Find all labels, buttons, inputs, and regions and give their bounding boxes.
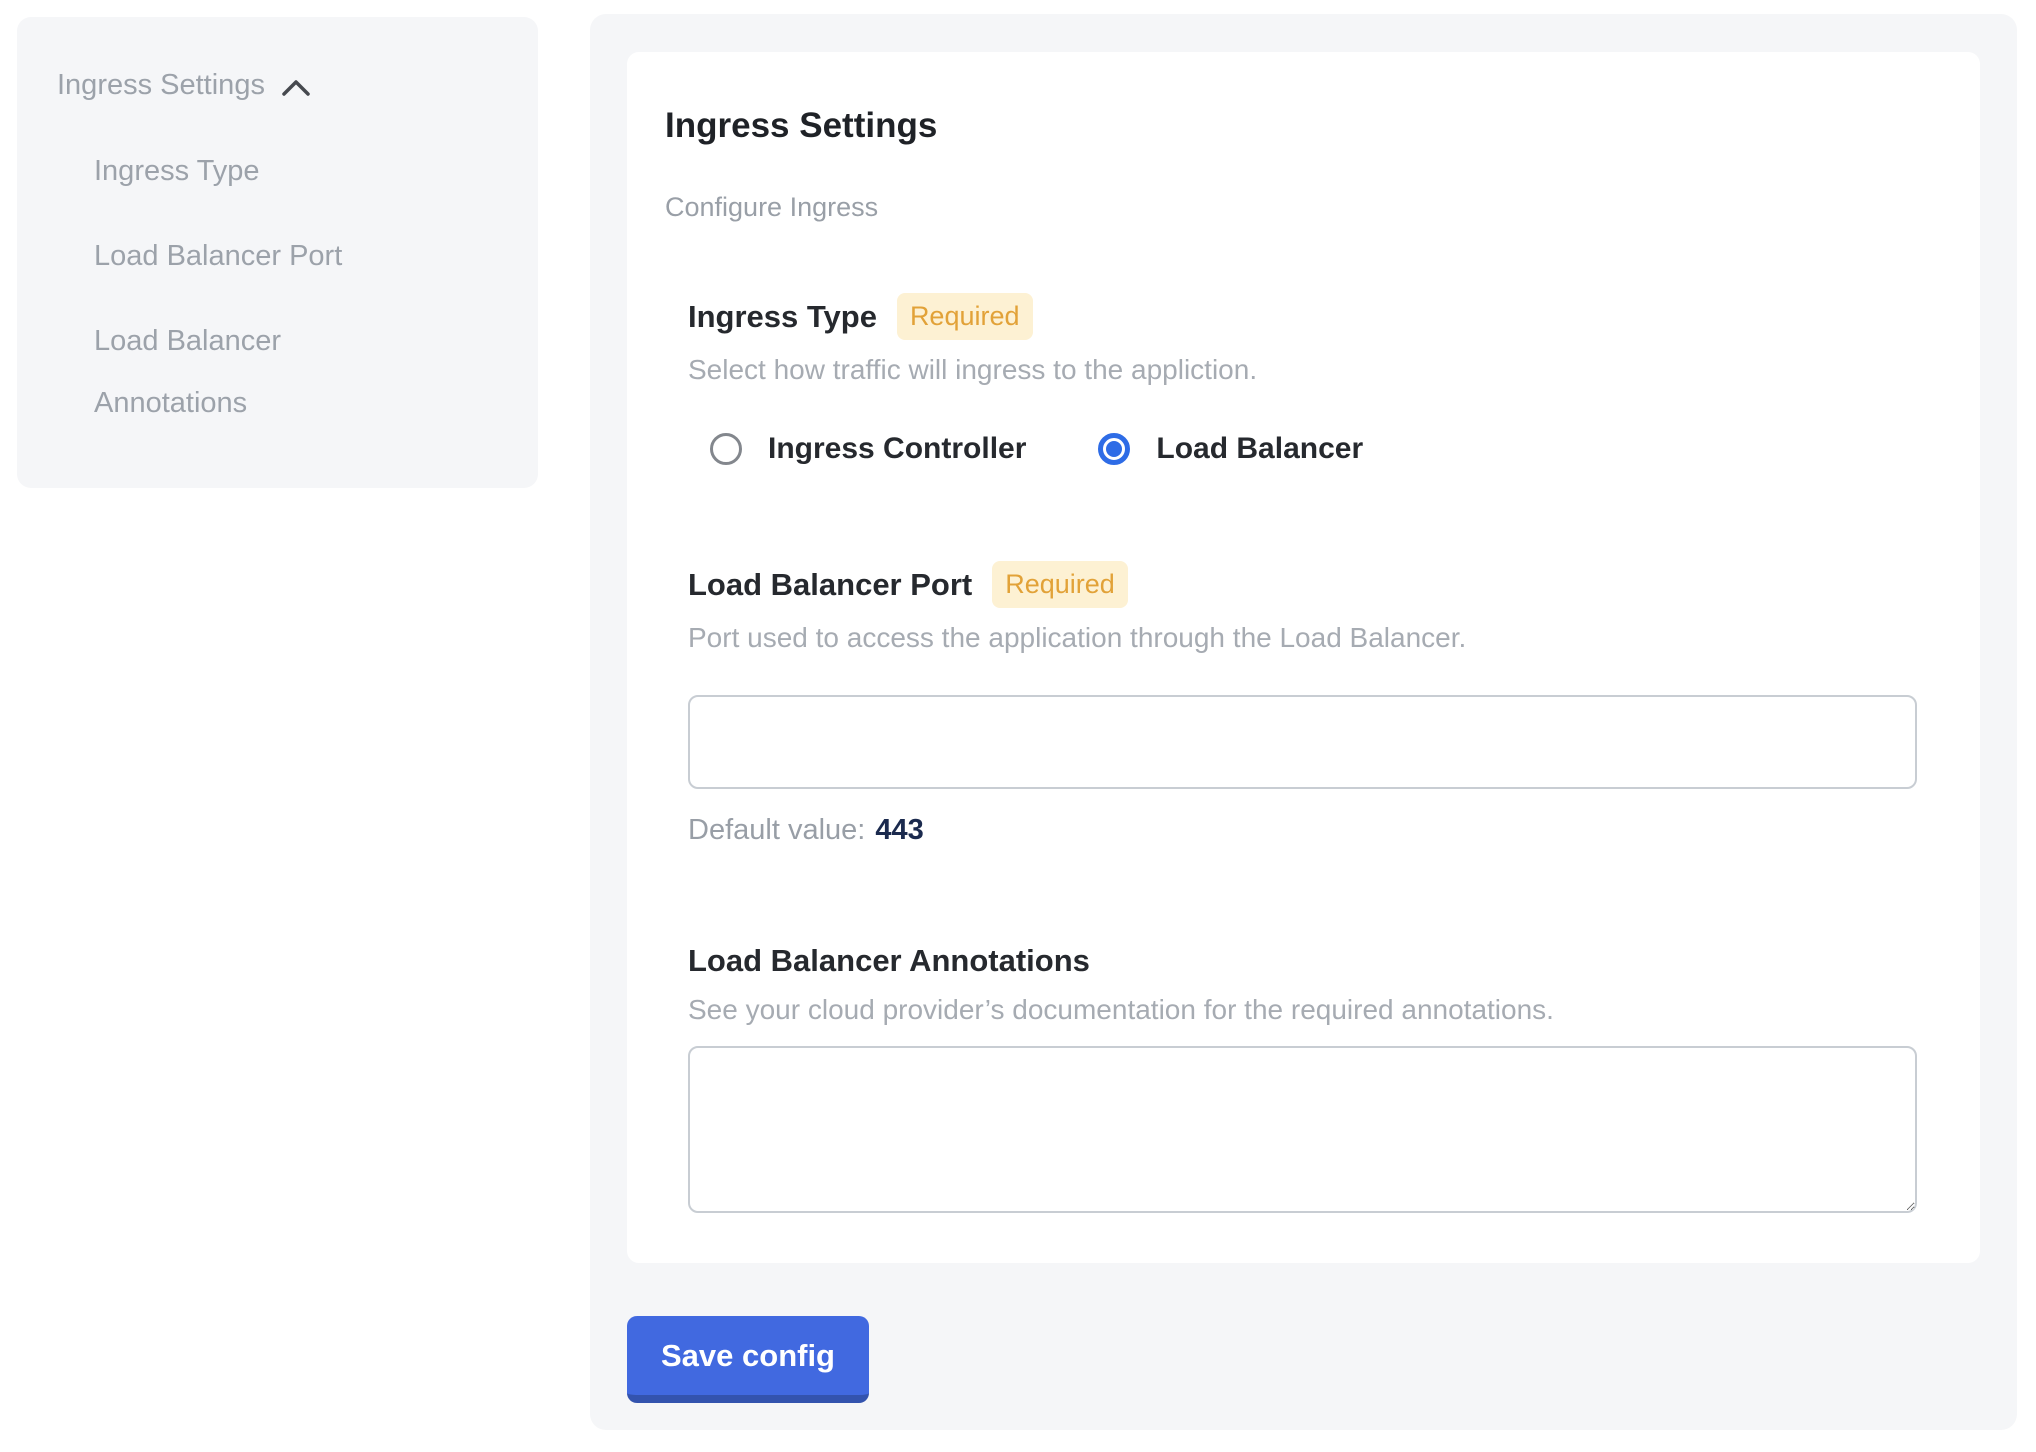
load-balancer-port-label: Load Balancer Port [688,566,972,603]
load-balancer-port-input[interactable] [688,695,1917,789]
ingress-settings-card: Ingress Settings Configure Ingress Ingre… [627,52,1980,1263]
sidebar-section-label: Ingress Settings [57,69,265,102]
radio-option-ingress-controller[interactable]: Ingress Controller [710,432,1026,466]
sidebar-item-load-balancer-annotations[interactable]: Load Balancer Annotations [94,310,357,434]
section-ingress-type: Ingress Type Required Select how traffic… [688,293,1917,466]
load-balancer-port-description: Port used to access the application thro… [688,621,1917,655]
ingress-type-radio-group: Ingress Controller Load Balancer [688,432,1917,466]
section-load-balancer-annotations: Load Balancer Annotations See your cloud… [688,942,1917,1213]
radio-label: Load Balancer [1156,432,1363,466]
ingress-type-label: Ingress Type [688,298,877,335]
radio-option-load-balancer[interactable]: Load Balancer [1098,432,1363,466]
sidebar-item-list: Ingress Type Load Balancer Port Load Bal… [57,140,357,434]
default-value-row: Default value: 443 [688,813,1917,848]
settings-sidebar: Ingress Settings Ingress Type Load Balan… [17,17,538,488]
required-badge: Required [897,293,1033,340]
sidebar-section-ingress-settings[interactable]: Ingress Settings [57,69,498,102]
radio-checked-icon[interactable] [1098,433,1130,465]
ingress-settings-panel: Ingress Settings Configure Ingress Ingre… [590,14,2017,1430]
radio-label: Ingress Controller [768,432,1026,466]
page-subtitle: Configure Ingress [665,191,1917,223]
chevron-up-icon [281,74,311,98]
default-value-label: Default value: [688,814,865,846]
sidebar-item-load-balancer-port[interactable]: Load Balancer Port [94,225,357,287]
required-badge: Required [992,561,1128,608]
sidebar-item-ingress-type[interactable]: Ingress Type [94,140,357,202]
load-balancer-annotations-textarea[interactable] [688,1046,1917,1213]
radio-unchecked-icon[interactable] [710,433,742,465]
load-balancer-annotations-label: Load Balancer Annotations [688,942,1090,979]
ingress-type-description: Select how traffic will ingress to the a… [688,353,1917,387]
save-config-button[interactable]: Save config [627,1316,869,1403]
page-title: Ingress Settings [665,105,1917,147]
load-balancer-annotations-description: See your cloud provider’s documentation … [688,993,1917,1027]
section-load-balancer-port: Load Balancer Port Required Port used to… [688,561,1917,847]
default-value: 443 [875,814,923,846]
